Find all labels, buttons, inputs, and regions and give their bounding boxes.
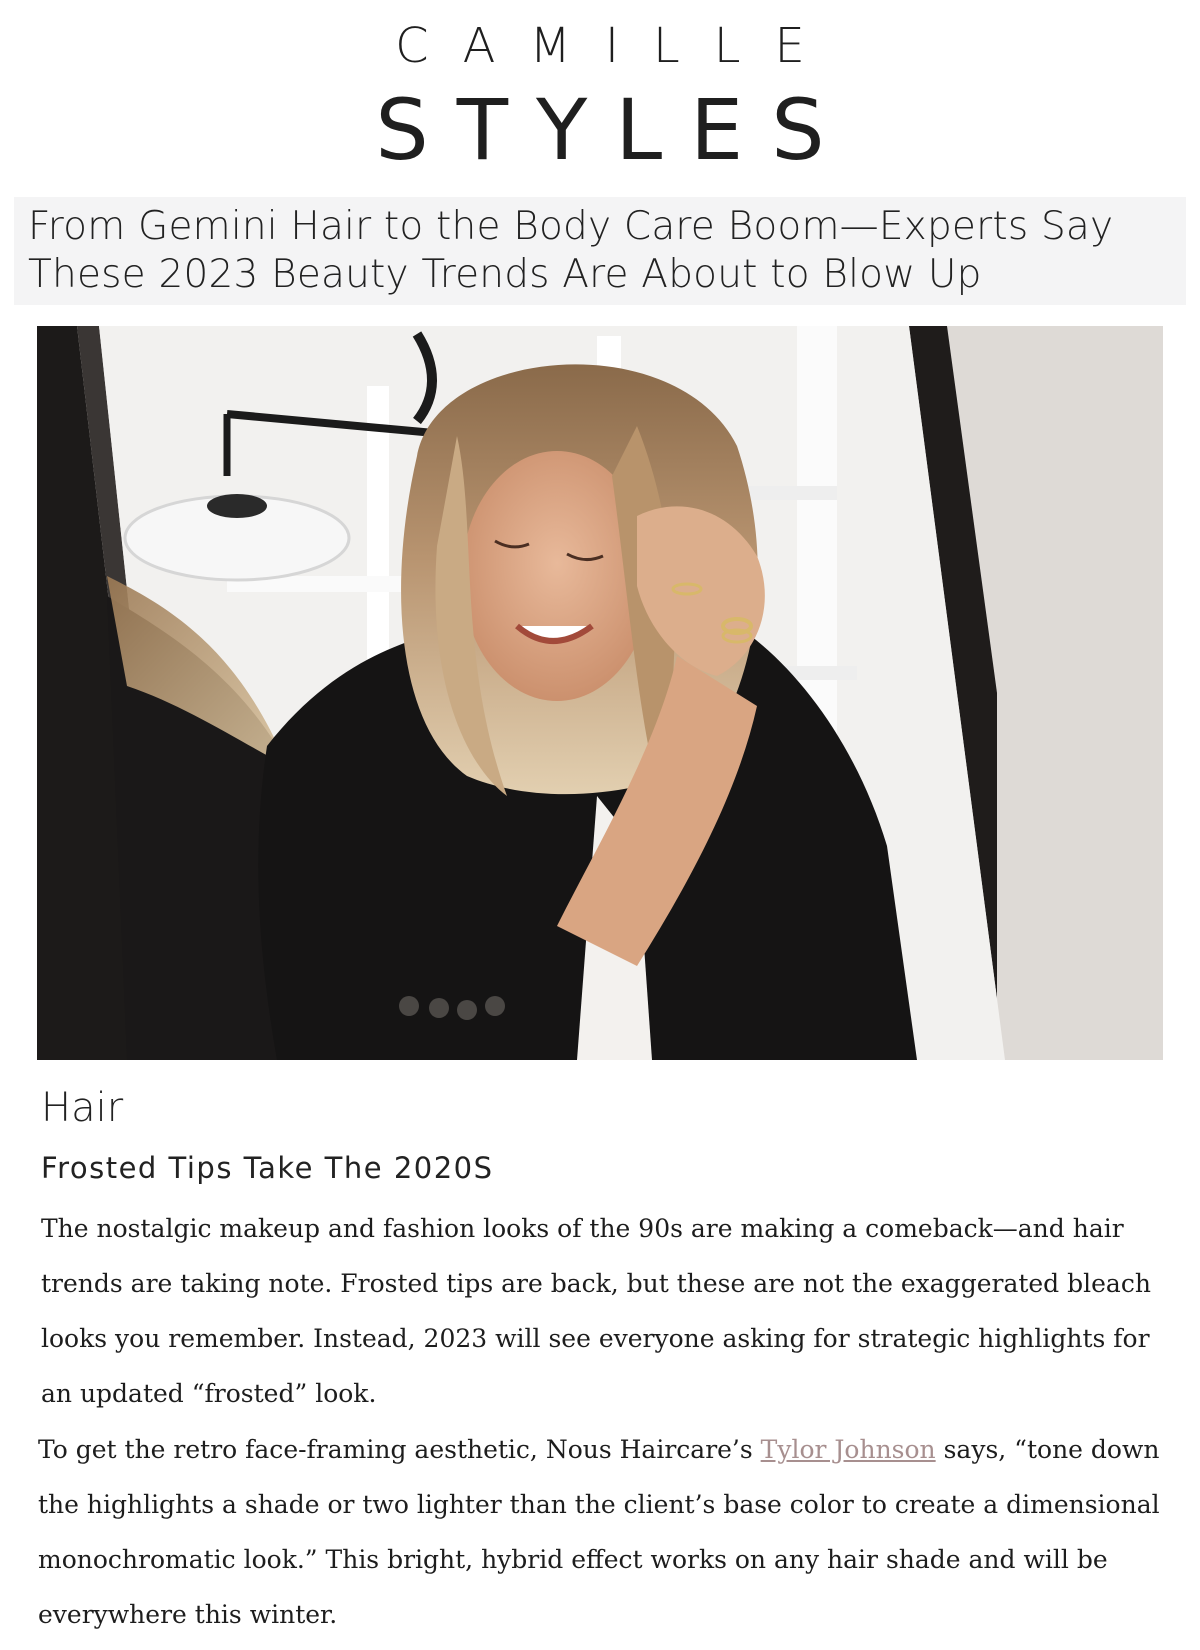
article-headline: From Gemini Hair to the Body Care Boom—E…: [28, 204, 1114, 297]
paragraph-quote-lead: To get the retro face-framing aesthetic,…: [38, 1435, 761, 1464]
hero-image: [37, 326, 1163, 1060]
site-logo[interactable]: CAMILLE STYLES: [0, 18, 1200, 180]
logo-line-camille: CAMILLE: [395, 18, 839, 74]
paragraph-quote-rest: says, “tone down the highlights a shade …: [38, 1435, 1160, 1629]
hero-photo-illustration: [37, 326, 1163, 1060]
headline-banner: From Gemini Hair to the Body Care Boom—E…: [14, 197, 1186, 305]
logo-line-styles: STYLES: [375, 81, 853, 179]
paragraph-intro: The nostalgic makeup and fashion looks o…: [41, 1214, 1151, 1408]
section-title: Hair: [41, 1085, 124, 1131]
tylor-johnson-link[interactable]: Tylor Johnson: [761, 1435, 936, 1464]
paragraph-quote: To get the retro face-framing aesthetic,…: [38, 1422, 1168, 1642]
subsection-title: Frosted Tips Take The 2020S: [41, 1151, 494, 1185]
